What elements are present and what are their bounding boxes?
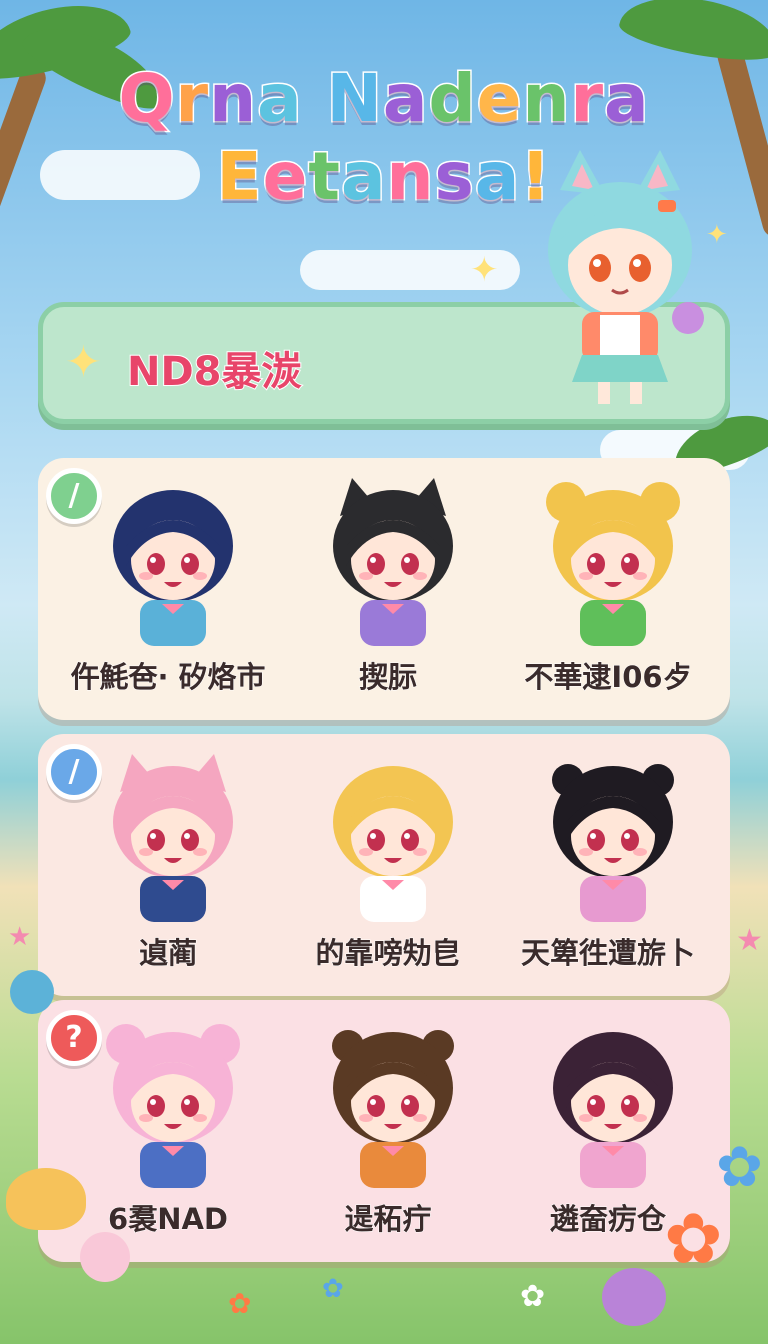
character-name: 揳䏡 <box>358 660 417 695</box>
title-letter: a <box>256 59 304 139</box>
banner-label: ND8暴湠 <box>126 348 303 396</box>
flower-icon: ✿ <box>520 1279 546 1314</box>
title-letter: a <box>339 137 387 217</box>
flower-icon: ✿ <box>228 1287 252 1320</box>
character-card[interactable]: 天箄徃遭旂卜 <box>508 734 708 984</box>
star-icon: ★ <box>8 922 32 952</box>
title-letter: n <box>521 59 571 139</box>
character-card[interactable]: 不華逮I06歺 <box>508 458 708 708</box>
flower-icon: ✿ <box>716 1135 763 1200</box>
title-letter: e <box>475 59 523 139</box>
sparkle-icon: ✦ <box>706 220 728 250</box>
character-card[interactable]: 的靠嗙劮皀 <box>288 734 488 984</box>
title-letter: t <box>307 137 342 217</box>
mascot-character <box>548 150 704 404</box>
title-letter: n <box>208 59 258 139</box>
character-name: 不華逮I06歺 <box>524 660 692 695</box>
character-name: 6裠NAD <box>108 1202 229 1237</box>
character-card[interactable]: 仵魹夿· 矽烙市 <box>68 458 268 708</box>
character-portrait <box>106 1024 240 1188</box>
character-name: 仵魹夿· 矽烙市 <box>70 660 266 695</box>
character-portrait <box>113 754 233 922</box>
character-portrait <box>553 1032 673 1188</box>
sparkle-icon: ✦ <box>470 250 499 290</box>
title-letter: a <box>473 137 521 217</box>
title-letter: Q <box>117 59 176 139</box>
character-card[interactable]: 揳䏡 <box>288 458 488 708</box>
title-letter: n <box>385 137 435 217</box>
title-letter: E <box>215 137 263 217</box>
title-letter: e <box>261 137 309 217</box>
character-portrait <box>546 482 680 646</box>
title-line-1: Qrna Nadenra <box>0 59 768 139</box>
character-name: 天箄徃遭旂卜 <box>520 936 695 971</box>
character-row-1: / 仵魹夿· 矽烙市 揳䏡 不華逮I06歺 <box>38 458 730 720</box>
title-letter: d <box>427 59 477 139</box>
title-letter: a <box>381 59 429 139</box>
flower-icon: ✿ <box>322 1274 344 1304</box>
sparkle-icon: ✦ <box>65 337 102 388</box>
character-portrait <box>333 478 453 646</box>
slime-creature-icon <box>602 1268 666 1326</box>
slime-creature-icon <box>80 1232 130 1282</box>
character-card[interactable]: 遈䄷疔 <box>288 1000 488 1250</box>
character-name: 的靠嗙劮皀 <box>315 936 461 971</box>
character-row-3: ? 6裠NAD 遈䄷疔 遴奤疠仓 <box>38 1000 730 1262</box>
character-card[interactable]: 6裠NAD <box>68 1000 268 1250</box>
character-portrait <box>333 766 453 922</box>
title-letter: a <box>603 59 651 139</box>
title-letter: s <box>433 137 475 217</box>
title-letter: r <box>174 59 210 139</box>
character-name: 遈䄷疔 <box>344 1202 432 1237</box>
character-name: 遉蔺 <box>138 936 197 971</box>
character-portrait <box>113 490 233 646</box>
palm-leaf <box>616 0 768 69</box>
character-portrait <box>552 764 674 922</box>
star-icon: ★ <box>736 923 763 958</box>
title-letter <box>303 60 327 137</box>
slime-creature-icon <box>6 1168 86 1230</box>
title-letter: N <box>325 59 383 139</box>
title-letter: r <box>569 59 605 139</box>
character-row-2: / 遉蔺 的靠嗙劮皀 天箄徃遭旂卜 <box>38 734 730 996</box>
character-card[interactable]: 遉蔺 <box>68 734 268 984</box>
character-portrait <box>332 1030 454 1188</box>
flower-icon: ✿ <box>664 1198 723 1280</box>
slime-creature-icon <box>10 970 54 1014</box>
